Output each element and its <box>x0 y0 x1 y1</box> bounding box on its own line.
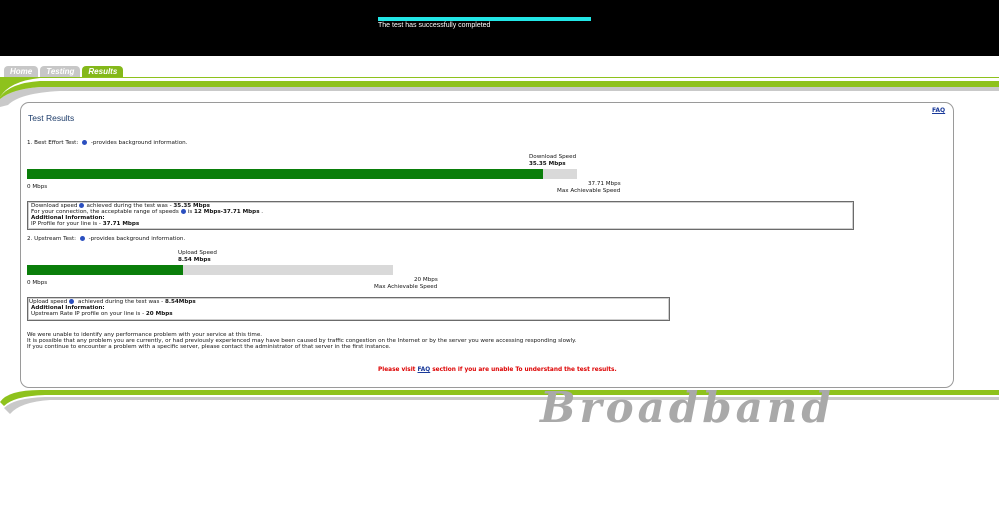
download-speed-bar <box>27 169 577 179</box>
upload-max-caption: Max Achievable Speed <box>374 284 438 290</box>
info-icon[interactable] <box>79 236 85 241</box>
footer-faq-link[interactable]: FAQ <box>417 367 430 373</box>
download-max-value: 37.71 Mbps <box>588 181 621 187</box>
best-effort-heading: 1. Best Effort Test: -provides backgroun… <box>27 140 188 146</box>
status-bar: The test has successfully completed <box>0 0 999 56</box>
upload-min-label: 0 Mbps <box>27 280 48 286</box>
upload-speed-fill <box>27 265 184 275</box>
download-speed-value: 35.35 Mbps <box>529 161 566 167</box>
status-message: The test has successfully completed <box>378 22 491 29</box>
upload-speed-value: 8.54 Mbps <box>178 257 211 263</box>
info-icon[interactable] <box>82 140 88 145</box>
upload-speed-caption: Upload Speed <box>178 250 217 256</box>
footer-swoosh <box>0 390 999 414</box>
upload-max-value: 20 Mbps <box>414 277 438 283</box>
upload-info-line3: Upstream Rate IP profile on your line is… <box>31 311 173 317</box>
summary-line-3: If you continue to encounter a problem w… <box>27 344 391 350</box>
download-info-line4: IP Profile for your line is - 37.71 Mbps <box>31 221 140 227</box>
info-icon[interactable] <box>180 209 186 214</box>
test-progress-fill <box>378 17 591 21</box>
upload-speed-bar <box>27 265 393 275</box>
test-progress-bar <box>378 17 591 21</box>
page-title: Test Results <box>28 113 75 123</box>
upstream-heading: 2. Upstream Test: -provides background i… <box>27 236 186 242</box>
info-icon[interactable] <box>79 203 85 208</box>
download-speed-fill <box>27 169 543 179</box>
info-icon[interactable] <box>69 299 75 304</box>
download-speed-caption: Download Speed <box>529 154 577 160</box>
download-min-label: 0 Mbps <box>27 184 48 190</box>
faq-link[interactable]: FAQ <box>932 107 945 114</box>
download-max-caption: Max Achievable Speed <box>557 188 621 194</box>
footer-help-text: Please visit FAQ section if you are unab… <box>378 367 617 373</box>
brand-logo: Broadband <box>540 383 835 432</box>
